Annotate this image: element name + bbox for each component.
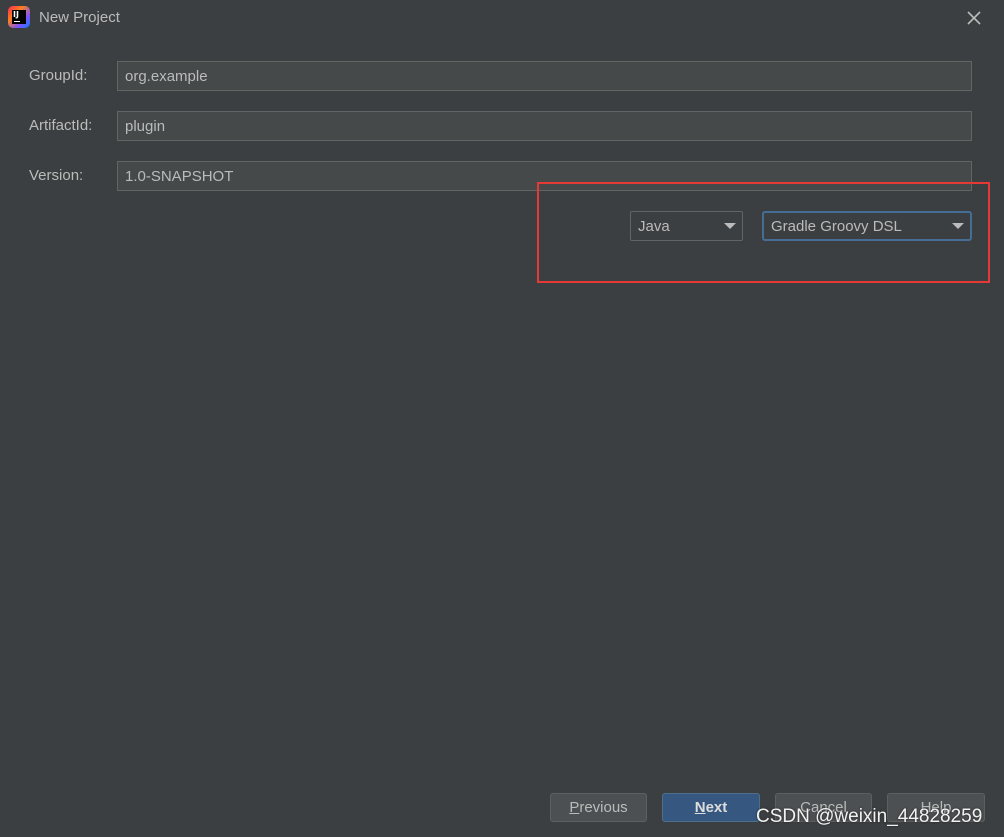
group-id-label: GroupId: xyxy=(29,67,88,84)
new-project-dialog: IJ New Project GroupId: ArtifactId: Vers… xyxy=(0,0,1004,837)
intellij-idea-icon: IJ xyxy=(8,6,30,28)
close-icon xyxy=(967,11,981,25)
build-script-selected-value: Gradle Groovy DSL xyxy=(771,218,902,235)
next-button-label: ext xyxy=(705,799,728,816)
next-button-mnemonic: N xyxy=(694,799,706,816)
group-id-input[interactable] xyxy=(117,61,972,91)
previous-button[interactable]: Previous xyxy=(550,793,647,822)
artifact-id-input[interactable] xyxy=(117,111,972,141)
language-selected-value: Java xyxy=(638,218,670,235)
dialog-title: New Project xyxy=(39,9,120,26)
previous-button-mnemonic: P xyxy=(569,799,580,816)
artifact-id-label: ArtifactId: xyxy=(29,117,93,134)
version-input[interactable] xyxy=(117,161,972,191)
build-script-dropdown[interactable]: Gradle Groovy DSL xyxy=(762,211,972,241)
watermark-text: CSDN @weixin_44828259 xyxy=(756,806,983,827)
chevron-down-icon xyxy=(952,223,964,229)
next-button[interactable]: Next xyxy=(662,793,760,822)
version-label: Version: xyxy=(29,167,84,184)
title-bar: IJ New Project xyxy=(0,0,1004,36)
previous-button-label: revious xyxy=(579,799,628,816)
language-dropdown[interactable]: Java xyxy=(630,211,743,241)
chevron-down-icon xyxy=(724,223,736,229)
close-button[interactable] xyxy=(963,7,985,29)
